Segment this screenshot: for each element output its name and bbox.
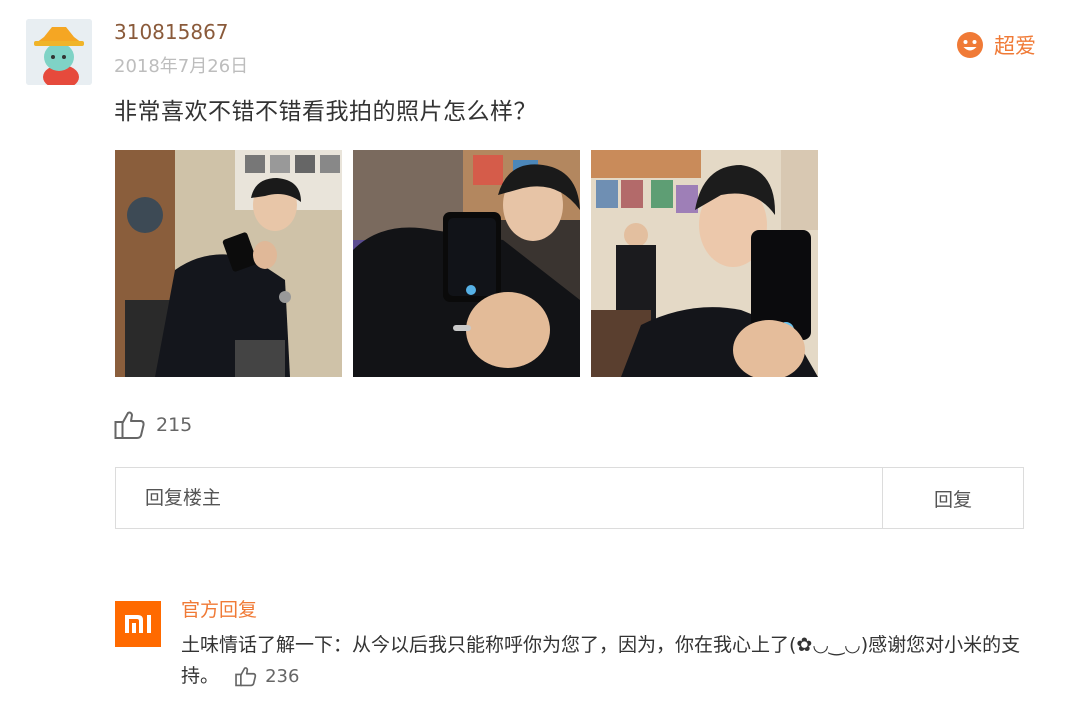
- reaction-button[interactable]: 超爱: [956, 30, 1036, 60]
- smile-icon: [957, 32, 983, 58]
- reply-box: 回复: [115, 467, 1024, 529]
- post-photo-2[interactable]: [353, 150, 580, 377]
- post-date: 2018年7月26日: [114, 56, 249, 77]
- official-reply-body: 土味情话了解一下：从今以后我只能称呼你为您了，因为，你在我心上了(✿◡‿◡)感谢…: [181, 630, 1051, 692]
- post-like-count: 215: [156, 414, 193, 436]
- mi-logo[interactable]: [115, 601, 161, 647]
- post-page: 310815867 2018年7月26日 超爱 非常喜欢不错不错看我拍的照片怎么…: [0, 0, 1080, 720]
- reply-button[interactable]: 回复: [882, 468, 1023, 528]
- username[interactable]: 310815867: [114, 19, 229, 45]
- post-photo-3[interactable]: [591, 150, 818, 377]
- post-like-row[interactable]: 215: [114, 408, 192, 442]
- official-like-button[interactable]: 236: [235, 661, 299, 692]
- reaction-label: 超爱: [994, 34, 1036, 58]
- thumbs-up-icon: [235, 667, 257, 687]
- official-reply-text: 土味情话了解一下：从今以后我只能称呼你为您了，因为，你在我心上了(✿◡‿◡)感谢…: [181, 634, 1021, 687]
- official-like-count: 236: [265, 666, 300, 687]
- reply-input[interactable]: [116, 468, 882, 528]
- photo-3-icon: [591, 150, 818, 377]
- post-photo-1[interactable]: [115, 150, 342, 377]
- photo-2-icon: [353, 150, 580, 377]
- mi-logo-icon: [125, 615, 151, 633]
- user-avatar-icon: [26, 19, 92, 85]
- thumbs-up-icon: [114, 411, 145, 439]
- photo-1-icon: [115, 150, 342, 377]
- post-text: 非常喜欢不错不错看我拍的照片怎么样？: [114, 99, 537, 125]
- official-reply-title: 官方回复: [181, 599, 258, 621]
- avatar[interactable]: [26, 19, 92, 85]
